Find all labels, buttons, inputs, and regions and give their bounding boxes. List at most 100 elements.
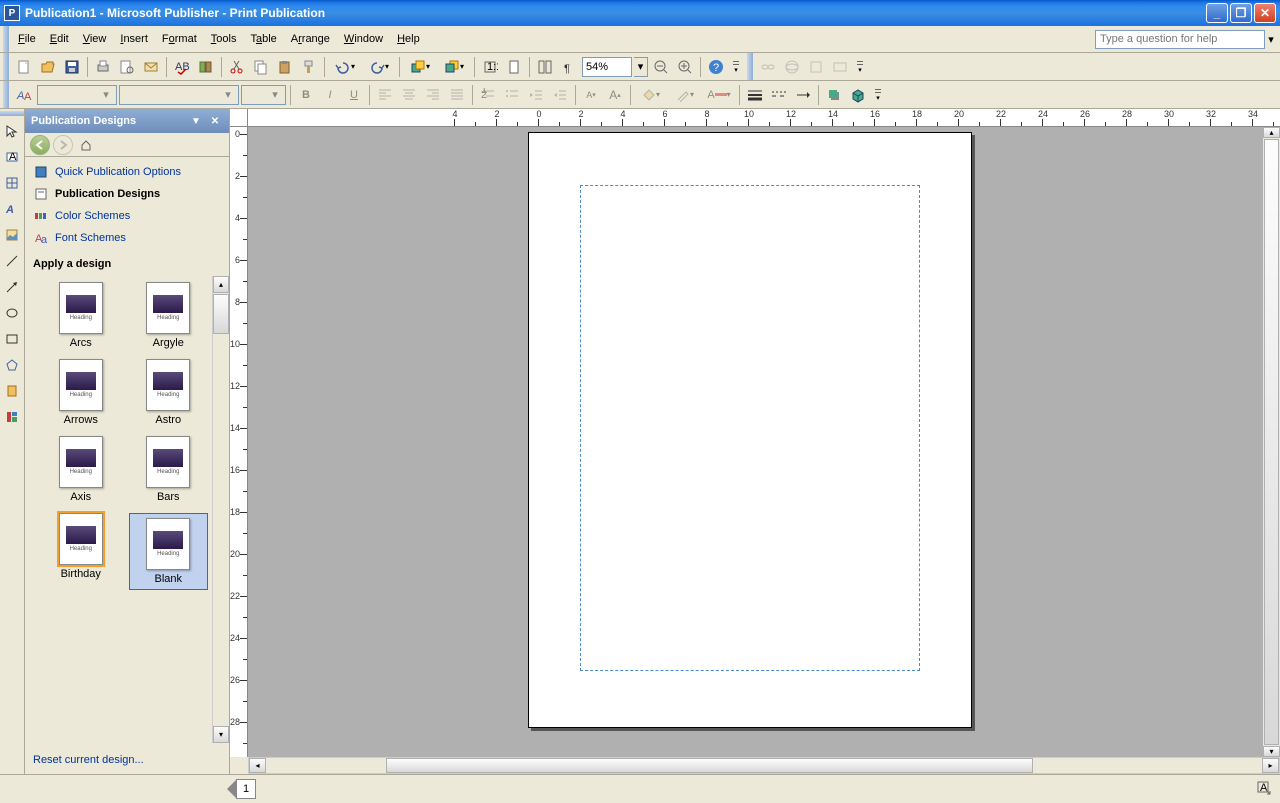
- italic-button[interactable]: I: [319, 84, 341, 106]
- zoom-dropdown[interactable]: ▾: [634, 57, 648, 77]
- vscroll-thumb[interactable]: [1264, 139, 1279, 745]
- arrow-tool[interactable]: [1, 276, 23, 298]
- line-style-button[interactable]: [744, 84, 766, 106]
- cut-button[interactable]: [226, 56, 248, 78]
- menu-insert[interactable]: Insert: [113, 26, 155, 52]
- design-item-bars[interactable]: HeadingBars: [129, 436, 209, 503]
- design-item-argyle[interactable]: HeadingArgyle: [129, 282, 209, 349]
- open-button[interactable]: [37, 56, 59, 78]
- quick-options-link[interactable]: Quick Publication Options: [25, 161, 229, 183]
- autoshapes-tool[interactable]: [1, 354, 23, 376]
- workspace[interactable]: [248, 127, 1263, 757]
- vscroll-up[interactable]: ▴: [1263, 127, 1280, 138]
- design-item-axis[interactable]: HeadingAxis: [41, 436, 121, 503]
- scroll-up-button[interactable]: ▴: [213, 276, 229, 293]
- whole-page-button[interactable]: [503, 56, 525, 78]
- bookmark-tool[interactable]: [1, 380, 23, 402]
- toolbar-options-2[interactable]: ▾: [855, 53, 865, 80]
- picture-frame-tool[interactable]: [1, 224, 23, 246]
- actual-size-button[interactable]: 1:1: [479, 56, 501, 78]
- reset-design-link[interactable]: Reset current design...: [33, 754, 144, 766]
- back-button[interactable]: [30, 135, 50, 155]
- publication-designs-link[interactable]: Publication Designs: [25, 183, 229, 205]
- copy-button[interactable]: [250, 56, 272, 78]
- oval-tool[interactable]: [1, 302, 23, 324]
- menu-help[interactable]: Help: [390, 26, 427, 52]
- dash-style-button[interactable]: [768, 84, 790, 106]
- menu-arrange[interactable]: Arrange: [284, 26, 337, 52]
- zoom-input[interactable]: 54%: [582, 57, 632, 77]
- menu-file[interactable]: File: [11, 26, 43, 52]
- design-item-blank[interactable]: HeadingBlank: [129, 513, 209, 590]
- bold-button[interactable]: B: [295, 84, 317, 106]
- menu-format[interactable]: Format: [155, 26, 204, 52]
- paste-button[interactable]: [274, 56, 296, 78]
- styles-button[interactable]: AA: [13, 84, 35, 106]
- decrease-indent-button[interactable]: [525, 84, 547, 106]
- line-color-button[interactable]: ▾: [669, 84, 701, 106]
- print-button[interactable]: [92, 56, 114, 78]
- minimize-button[interactable]: _: [1206, 3, 1228, 23]
- menu-view[interactable]: View: [76, 26, 114, 52]
- table-tool[interactable]: [1, 172, 23, 194]
- research-button[interactable]: [195, 56, 217, 78]
- scroll-down-button[interactable]: ▾: [213, 726, 229, 743]
- design-item-birthday[interactable]: HeadingBirthday: [41, 513, 121, 590]
- increase-indent-button[interactable]: [549, 84, 571, 106]
- numbering-button[interactable]: 12: [477, 84, 499, 106]
- bullets-button[interactable]: [501, 84, 523, 106]
- color-schemes-link[interactable]: Color Schemes: [25, 205, 229, 227]
- format-painter-button[interactable]: [298, 56, 320, 78]
- menu-tools[interactable]: Tools: [204, 26, 244, 52]
- spelling-button[interactable]: ABC: [171, 56, 193, 78]
- columns-button[interactable]: [534, 56, 556, 78]
- undo-button[interactable]: ▾: [329, 56, 361, 78]
- textbox-tool[interactable]: A: [1, 146, 23, 168]
- hscroll-right[interactable]: ▸: [1262, 758, 1279, 773]
- bring-forward-button[interactable]: ▾: [404, 56, 436, 78]
- overflow-icon[interactable]: A: [1256, 780, 1274, 798]
- send-backward-button[interactable]: ▾: [438, 56, 470, 78]
- taskpane-close-button[interactable]: ✕: [207, 113, 223, 129]
- toolbar-options[interactable]: ▾: [731, 53, 741, 80]
- increase-font-button[interactable]: A▴: [604, 84, 626, 106]
- style-select[interactable]: ▾: [37, 85, 117, 105]
- arrow-style-button[interactable]: [792, 84, 814, 106]
- redo-button[interactable]: ▾: [363, 56, 395, 78]
- email-button[interactable]: [140, 56, 162, 78]
- horizontal-ruler[interactable]: 420246810121416182022242628303234: [248, 109, 1280, 127]
- line-tool[interactable]: [1, 250, 23, 272]
- design-item-arrows[interactable]: HeadingArrows: [41, 359, 121, 426]
- 3d-button[interactable]: [847, 84, 869, 106]
- decrease-font-button[interactable]: A▾: [580, 84, 602, 106]
- scroll-thumb[interactable]: [213, 294, 229, 334]
- zoom-out-button[interactable]: [650, 56, 672, 78]
- home-button[interactable]: [76, 135, 96, 155]
- print-preview-button[interactable]: [116, 56, 138, 78]
- vscroll-down[interactable]: ▾: [1263, 746, 1280, 757]
- vertical-ruler[interactable]: 0246810121416182022242628: [230, 127, 248, 757]
- align-right-button[interactable]: [422, 84, 444, 106]
- help-search-input[interactable]: Type a question for help: [1095, 30, 1265, 49]
- forward-button[interactable]: [53, 135, 73, 155]
- font-schemes-link[interactable]: Aa Font Schemes: [25, 227, 229, 249]
- help-button[interactable]: ?: [705, 56, 727, 78]
- design-gallery-tool[interactable]: [1, 406, 23, 428]
- help-dropdown[interactable]: ▾: [1265, 33, 1277, 46]
- font-select[interactable]: ▾: [119, 85, 239, 105]
- maximize-button[interactable]: ❐: [1230, 3, 1252, 23]
- page[interactable]: [528, 132, 972, 728]
- vertical-scrollbar[interactable]: ▴ ▾: [1263, 127, 1280, 757]
- hscroll-left[interactable]: ◂: [249, 758, 266, 773]
- toolbar-options-3[interactable]: ▾: [873, 81, 883, 108]
- hscroll-thumb[interactable]: [386, 758, 1033, 773]
- menu-edit[interactable]: Edit: [43, 26, 76, 52]
- close-button[interactable]: ✕: [1254, 3, 1276, 23]
- design-item-astro[interactable]: HeadingAstro: [129, 359, 209, 426]
- align-justify-button[interactable]: [446, 84, 468, 106]
- wordart-tool[interactable]: A: [1, 198, 23, 220]
- special-chars-button[interactable]: ¶: [558, 56, 580, 78]
- design-item-arcs[interactable]: HeadingArcs: [41, 282, 121, 349]
- font-size-select[interactable]: ▾: [241, 85, 286, 105]
- zoom-in-button[interactable]: [674, 56, 696, 78]
